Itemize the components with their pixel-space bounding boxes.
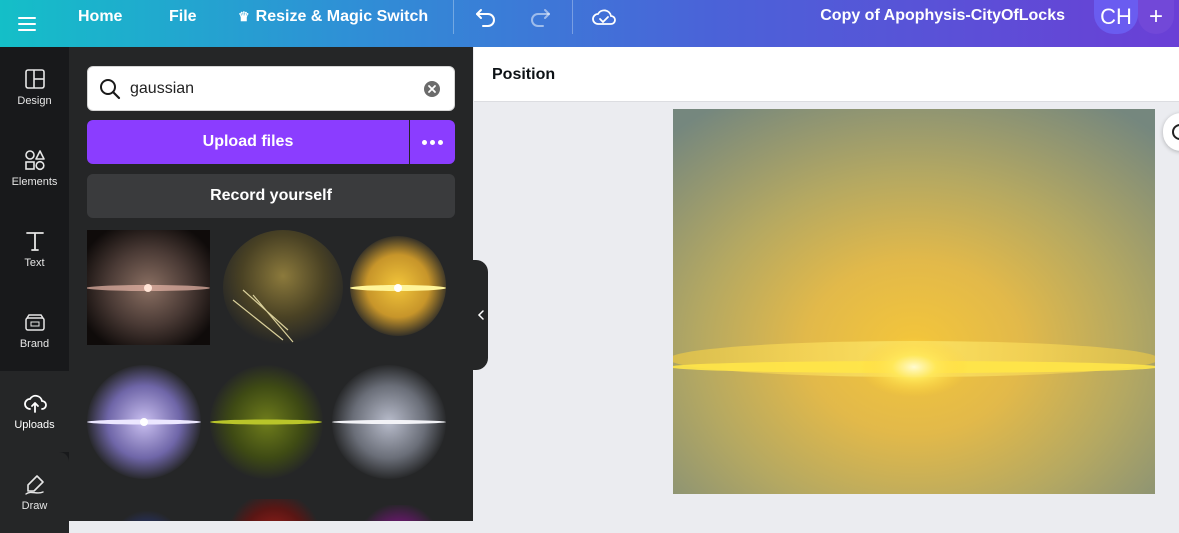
upload-thumbnail[interactable]: [87, 230, 210, 345]
rail-label-elements: Elements: [11, 176, 58, 188]
search-input[interactable]: [130, 75, 410, 103]
resize-label: Resize & Magic Switch: [255, 8, 429, 25]
toolbar-divider: [572, 0, 573, 34]
toolbar-divider: [453, 0, 454, 34]
rail-item-design[interactable]: Design: [0, 47, 69, 128]
search-icon: [100, 79, 121, 100]
draw-pen-icon: [24, 475, 44, 495]
canvas-image[interactable]: [673, 109, 1155, 494]
side-navigation: Design Elements Text Brand Uploads Draw: [0, 47, 69, 533]
undo-icon[interactable]: [473, 4, 499, 30]
more-dots-icon: [422, 139, 427, 145]
gaussian-flare-artwork: [673, 109, 1155, 494]
refresh-icon: [1172, 124, 1179, 140]
upload-files-button[interactable]: Upload files: [87, 120, 409, 164]
rail-label-text: Text: [24, 257, 45, 269]
rail-label-design: Design: [17, 95, 52, 107]
green-flare-image: [210, 419, 322, 425]
upload-thumbnail[interactable]: [332, 365, 446, 479]
upload-thumbnail[interactable]: [219, 499, 329, 521]
upload-thumbnail[interactable]: [210, 365, 323, 479]
rail-item-brand[interactable]: Brand: [0, 290, 69, 371]
rail-label-brand: Brand: [19, 338, 50, 350]
top-toolbar: Home File ♛ Resize & Magic Switch Copy of…: [0, 0, 1179, 47]
upload-thumbnail[interactable]: [223, 230, 343, 345]
rail-item-text[interactable]: Text: [0, 209, 69, 290]
upload-thumbnail[interactable]: [87, 365, 201, 479]
clear-search-icon[interactable]: [423, 80, 441, 98]
golden-flare-image: [350, 284, 446, 292]
redo-icon[interactable]: [527, 4, 553, 30]
cloud-saved-icon[interactable]: [591, 4, 617, 30]
more-dots-icon: [438, 139, 443, 145]
more-options-button[interactable]: [410, 120, 455, 164]
avatar[interactable]: CH: [1094, 0, 1138, 34]
document-title[interactable]: Copy of Apophysis-CityOfLocks: [820, 7, 1065, 25]
shapes-icon: [24, 150, 45, 171]
layout-icon: [24, 69, 45, 89]
rail-label-draw: Draw: [21, 500, 48, 512]
text-icon: [25, 232, 44, 251]
brand-kit-icon: [24, 314, 45, 331]
lens-flare-image: [87, 284, 210, 292]
collapse-panel-button[interactable]: [473, 260, 488, 370]
sparkle-image: [232, 289, 294, 343]
chevron-left-icon: [477, 310, 484, 320]
silver-flare-image: [332, 420, 446, 424]
file-menu[interactable]: File: [169, 7, 197, 27]
search-box[interactable]: [87, 66, 455, 111]
share-plus-button[interactable]: +: [1138, 0, 1174, 34]
cloud-upload-icon: [23, 394, 47, 413]
context-toolbar: Position: [474, 47, 1179, 102]
record-yourself-button[interactable]: Record yourself: [87, 174, 455, 218]
crown-icon: ♛: [238, 9, 250, 24]
upload-thumbnail[interactable]: [107, 507, 187, 521]
rail-item-elements[interactable]: Elements: [0, 128, 69, 209]
violet-flare-image: [87, 418, 201, 426]
rotate-handle-button[interactable]: [1163, 113, 1179, 151]
rail-label-uploads: Uploads: [14, 419, 55, 431]
upload-thumbnail[interactable]: [350, 236, 446, 336]
rail-item-uploads[interactable]: Uploads: [0, 371, 69, 452]
resize-magic-switch-button[interactable]: ♛ Resize & Magic Switch: [238, 7, 428, 27]
uploads-panel: Upload files Record yourself: [69, 47, 473, 521]
more-dots-icon: [430, 139, 435, 145]
upload-thumbnail[interactable]: [354, 505, 444, 521]
menu-icon[interactable]: [16, 12, 40, 36]
home-button[interactable]: Home: [78, 7, 122, 27]
position-button[interactable]: Position: [492, 66, 555, 84]
